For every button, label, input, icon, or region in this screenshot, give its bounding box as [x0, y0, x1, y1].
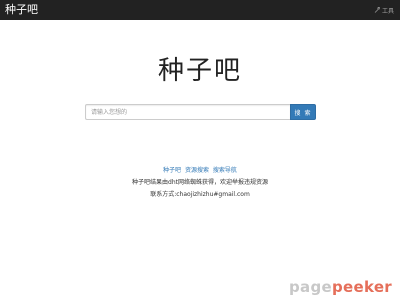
- footer-link-resource-search[interactable]: 资源搜索: [185, 167, 209, 174]
- tools-link[interactable]: 工具: [374, 6, 394, 15]
- watermark-part-peeker: peeker: [331, 278, 392, 296]
- search-button[interactable]: 搜 索: [290, 104, 316, 120]
- tools-label: 工具: [381, 7, 394, 15]
- page-title: 种子吧: [157, 56, 242, 86]
- search-input[interactable]: [85, 104, 290, 120]
- footer-disclaimer: 种子吧结果由dht网络蜘蛛获得，欢迎举报违规资源: [132, 179, 268, 186]
- wrench-icon: [374, 7, 380, 13]
- search-form: 搜 索: [85, 104, 316, 120]
- navbar-brand[interactable]: 种子吧: [5, 0, 38, 20]
- watermark-part-page: page: [288, 278, 332, 296]
- pagepeeker-watermark: page peeker: [289, 278, 392, 296]
- footer-link-search-nav[interactable]: 搜索导航: [213, 167, 237, 174]
- top-navbar: 种子吧 工具: [0, 0, 400, 20]
- footer-link-home[interactable]: 种子吧: [163, 167, 181, 174]
- footer-links: 种子吧 资源搜索 搜索导航: [0, 166, 400, 175]
- footer-contact: 联系方式:chaojizhizhu#gmail.com: [150, 191, 250, 198]
